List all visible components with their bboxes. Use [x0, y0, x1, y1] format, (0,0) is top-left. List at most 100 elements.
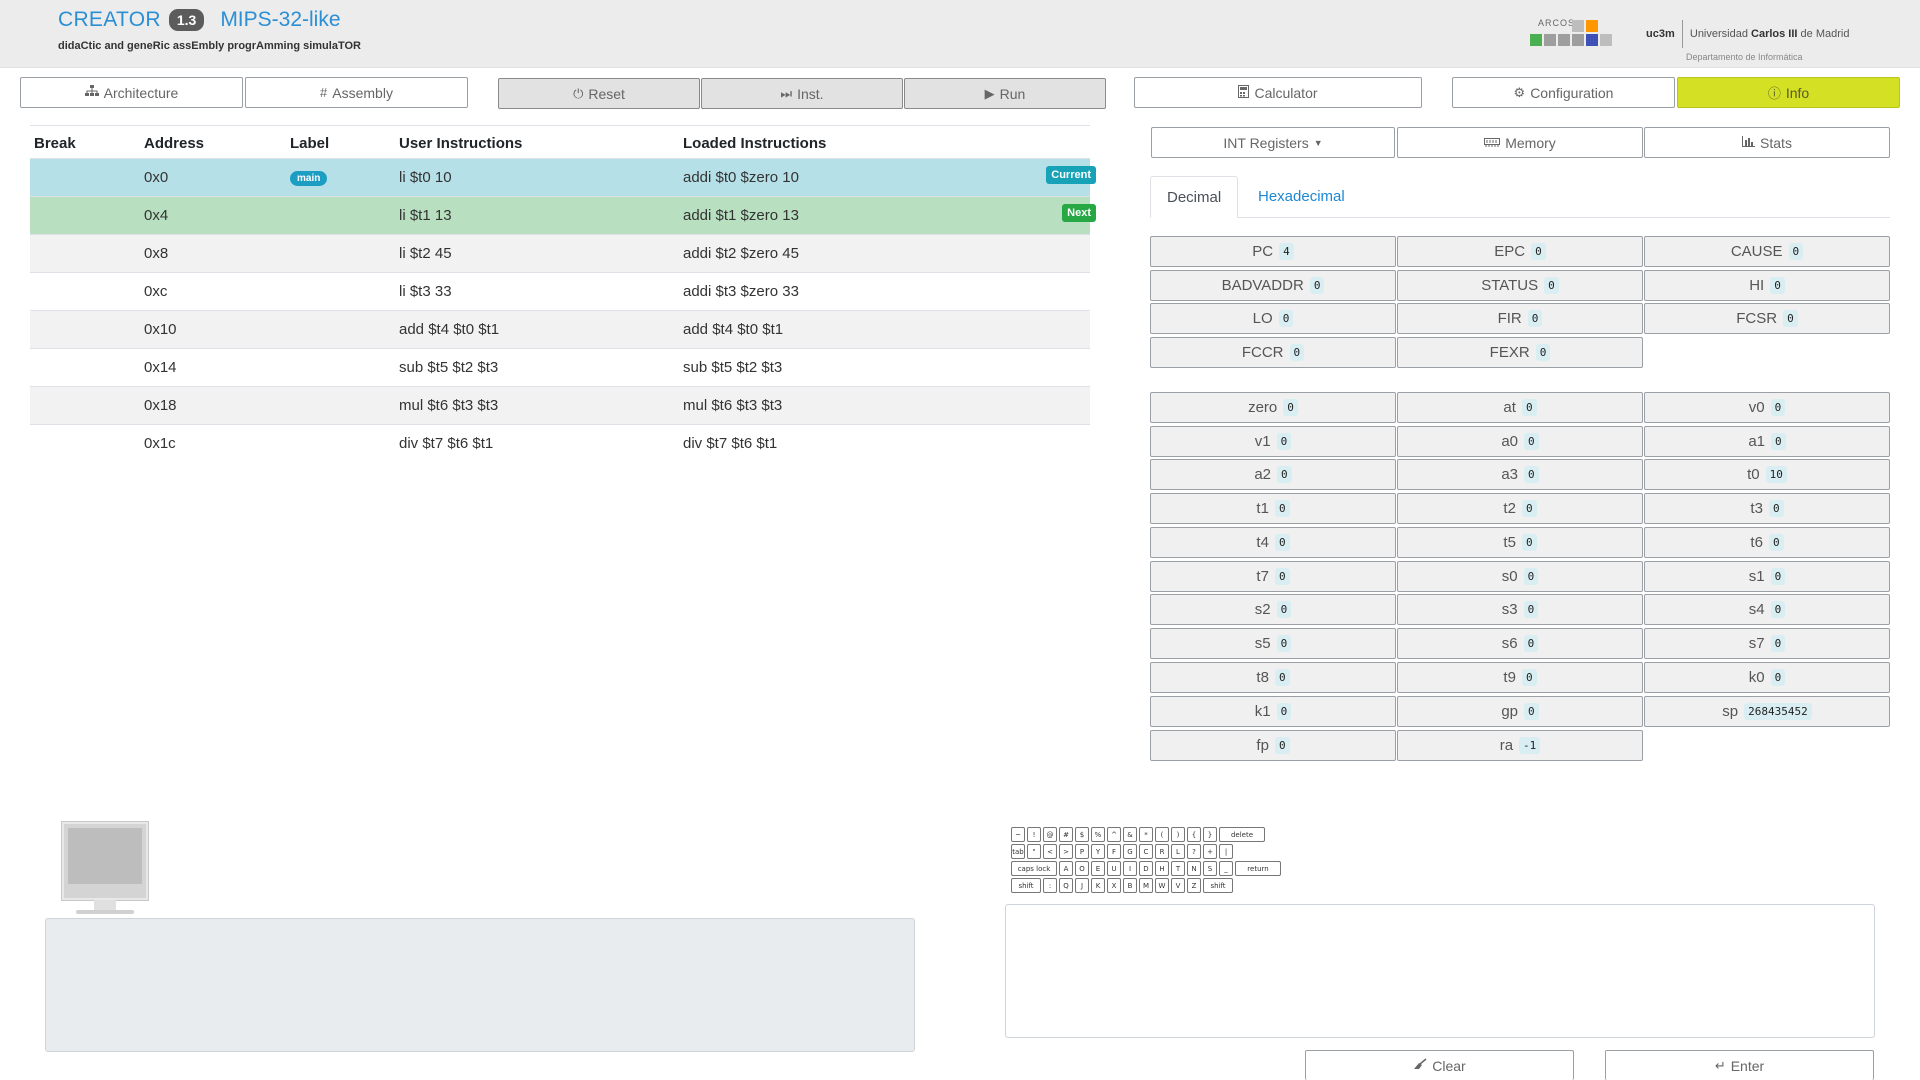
register-epc[interactable]: EPC 0	[1397, 236, 1643, 267]
display-output[interactable]	[45, 918, 915, 1052]
calculator-button[interactable]: Calculator	[1134, 77, 1422, 108]
keyboard-key: caps lock	[1011, 861, 1057, 876]
register-hi[interactable]: HI 0	[1644, 270, 1890, 301]
register-s7[interactable]: s7 0	[1644, 628, 1890, 659]
run-button[interactable]: ▶ Run	[904, 78, 1106, 109]
int-registers-dropdown[interactable]: INT Registers ▼	[1151, 127, 1395, 158]
register-t3[interactable]: t3 0	[1644, 493, 1890, 524]
register-status[interactable]: STATUS 0	[1397, 270, 1643, 301]
register-name: s3	[1501, 601, 1518, 618]
register-sp[interactable]: sp 268435452	[1644, 696, 1890, 727]
register-v1[interactable]: v1 0	[1150, 426, 1396, 457]
register-a2[interactable]: a2 0	[1150, 459, 1396, 490]
register-v0[interactable]: v0 0	[1644, 392, 1890, 423]
register-t8[interactable]: t8 0	[1150, 662, 1396, 693]
register-name: s7	[1748, 635, 1765, 652]
register-cause[interactable]: CAUSE 0	[1644, 236, 1890, 267]
arcos-logo[interactable]: ARCOS	[1530, 16, 1620, 50]
register-a0[interactable]: a0 0	[1397, 426, 1643, 457]
register-zero[interactable]: zero 0	[1150, 392, 1396, 423]
register-s1[interactable]: s1 0	[1644, 561, 1890, 592]
register-pc[interactable]: PC 4	[1150, 236, 1396, 267]
clear-button[interactable]: Clear	[1305, 1050, 1574, 1080]
register-value: 0	[1770, 669, 1786, 686]
step-instruction-button[interactable]: ⏭ Inst.	[701, 78, 903, 109]
loaded-instruction-cell: add $t4 $t0 $t1	[683, 321, 784, 338]
register-k1[interactable]: k1 0	[1150, 696, 1396, 727]
loaded-instruction-cell: addi $t3 $zero 33	[683, 283, 799, 300]
architecture-button[interactable]: Architecture	[20, 77, 243, 108]
register-value: 0	[1770, 601, 1786, 618]
configuration-button[interactable]: ⚙ Configuration	[1452, 77, 1675, 108]
play-icon: ▶	[984, 85, 995, 101]
col-break: Break	[34, 135, 76, 152]
keyboard-key: R	[1155, 844, 1169, 859]
table-row[interactable]: 0x1c div $t7 $t6 $t1 div $t7 $t6 $t1	[30, 424, 1090, 462]
keyboard-key: P	[1075, 844, 1089, 859]
table-row[interactable]: 0x0 main li $t0 10 addi $t0 $zero 10 Cur…	[30, 158, 1096, 196]
register-value: 0	[1788, 243, 1804, 260]
register-s6[interactable]: s6 0	[1397, 628, 1643, 659]
table-row[interactable]: 0xc li $t3 33 addi $t3 $zero 33	[30, 272, 1090, 310]
register-lo[interactable]: LO 0	[1150, 303, 1396, 334]
register-at[interactable]: at 0	[1397, 392, 1643, 423]
register-name: t1	[1256, 500, 1269, 517]
address-cell: 0x14	[144, 359, 177, 376]
register-name: s4	[1748, 601, 1765, 618]
register-name: t3	[1750, 500, 1763, 517]
register-s3[interactable]: s3 0	[1397, 594, 1643, 625]
register-s5[interactable]: s5 0	[1150, 628, 1396, 659]
register-fcsr[interactable]: FCSR 0	[1644, 303, 1890, 334]
register-ra[interactable]: ra -1	[1397, 730, 1643, 761]
enter-button[interactable]: ↵ Enter	[1605, 1050, 1874, 1080]
int-registers-label: INT Registers	[1223, 134, 1309, 151]
reset-button-label: Reset	[588, 85, 625, 102]
register-fexr[interactable]: FEXR 0	[1397, 337, 1643, 368]
register-badvaddr[interactable]: BADVADDR 0	[1150, 270, 1396, 301]
info-button-label: Info	[1785, 84, 1810, 101]
register-name: t4	[1256, 534, 1269, 551]
table-row[interactable]: 0x14 sub $t5 $t2 $t3 sub $t5 $t2 $t3	[30, 348, 1090, 386]
uc3m-logo[interactable]: uc3m Universidad Carlos III de Madrid De…	[1646, 20, 1849, 62]
register-a1[interactable]: a1 0	[1644, 426, 1890, 457]
register-t1[interactable]: t1 0	[1150, 493, 1396, 524]
register-fp[interactable]: fp 0	[1150, 730, 1396, 761]
register-t6[interactable]: t6 0	[1644, 527, 1890, 558]
register-t7[interactable]: t7 0	[1150, 561, 1396, 592]
register-s4[interactable]: s4 0	[1644, 594, 1890, 625]
register-a3[interactable]: a3 0	[1397, 459, 1643, 490]
arcos-logo-text: ARCOS	[1538, 18, 1576, 28]
stats-button[interactable]: Stats	[1644, 127, 1890, 158]
keyboard-input[interactable]	[1005, 904, 1875, 1038]
register-name: s2	[1254, 601, 1271, 618]
table-row[interactable]: 0x10 add $t4 $t0 $t1 add $t4 $t0 $t1	[30, 310, 1090, 348]
table-row[interactable]: 0x4 li $t1 13 addi $t1 $zero 13 Next	[30, 196, 1096, 234]
tab-decimal[interactable]: Decimal	[1150, 176, 1239, 218]
keyboard-key: (	[1155, 827, 1169, 842]
register-value: 0	[1274, 568, 1290, 585]
register-t2[interactable]: t2 0	[1397, 493, 1643, 524]
register-s2[interactable]: s2 0	[1150, 594, 1396, 625]
register-s0[interactable]: s0 0	[1397, 561, 1643, 592]
register-t4[interactable]: t4 0	[1150, 527, 1396, 558]
register-fccr[interactable]: FCCR 0	[1150, 337, 1396, 368]
register-t0[interactable]: t0 10	[1644, 459, 1890, 490]
table-row[interactable]: 0x8 li $t2 45 addi $t2 $zero 45	[30, 234, 1090, 272]
keyboard-key: %	[1091, 827, 1105, 842]
register-t5[interactable]: t5 0	[1397, 527, 1643, 558]
memory-button[interactable]: Memory	[1397, 127, 1643, 158]
register-value: 0	[1278, 310, 1294, 327]
reset-button[interactable]: ⏻ Reset	[498, 78, 700, 109]
user-instruction-cell: li $t1 13	[399, 207, 452, 224]
register-gp[interactable]: gp 0	[1397, 696, 1643, 727]
tab-hexadecimal[interactable]: Hexadecimal	[1242, 176, 1361, 218]
assembly-button[interactable]: # Assembly	[245, 77, 468, 108]
bar-chart-icon	[1742, 135, 1756, 150]
table-row[interactable]: 0x18 mul $t6 $t3 $t3 mul $t6 $t3 $t3	[30, 386, 1090, 424]
register-name: fp	[1256, 737, 1269, 754]
info-button[interactable]: ⓘ Info	[1677, 77, 1900, 108]
enter-arrow-icon: ↵	[1714, 1057, 1726, 1073]
register-fir[interactable]: FIR 0	[1397, 303, 1643, 334]
register-k0[interactable]: k0 0	[1644, 662, 1890, 693]
register-t9[interactable]: t9 0	[1397, 662, 1643, 693]
